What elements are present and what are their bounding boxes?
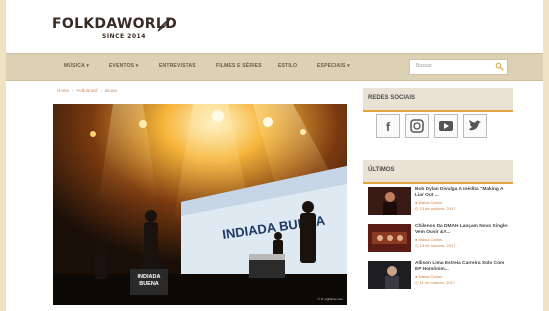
breadcrumb: Home › Folk Brasil › Bruxa xyxy=(57,88,117,93)
post-author-name: Maísa Carlos xyxy=(418,200,443,205)
social-widget: REDES SOCIAIS f xyxy=(363,88,513,148)
breadcrumb-separator: › xyxy=(100,88,103,93)
facebook-icon[interactable]: f xyxy=(376,114,400,138)
search-icon[interactable] xyxy=(495,62,504,71)
drum-text-2: BUENA xyxy=(139,281,159,287)
post-author: ● Maísa Carlos xyxy=(415,237,443,242)
page: FOLKDAWORLD SINCE 2014 MÚSICA ▾ EVENTOS … xyxy=(0,0,549,311)
post-thumbnail[interactable] xyxy=(368,224,411,252)
main-nav: MÚSICA ▾ EVENTOS ▾ ENTREVISTAS FILMES E … xyxy=(6,53,543,81)
sidebar: REDES SOCIAIS f ÚLTIMOS Bob Dylan Divulg… xyxy=(363,88,513,310)
post-date: ◷ 11 de outubro, 2017 xyxy=(415,280,456,285)
post-date: ◷ 13 de outubro, 2017 xyxy=(415,243,456,248)
feather-icon xyxy=(157,17,172,32)
post-date-text: 13 de outubro, 2017 xyxy=(419,243,456,248)
post-author: ● Maísa Carlos xyxy=(415,274,443,279)
youtube-icon[interactable] xyxy=(434,114,458,138)
twitter-icon[interactable] xyxy=(463,114,487,138)
latest-widget: ÚLTIMOS Bob Dylan Divulga A Inédita “Mak… xyxy=(363,160,513,310)
post-title[interactable]: Bob Dylan Divulga A Inédita “Making A Li… xyxy=(415,187,511,199)
post-author: ● Maísa Carlos xyxy=(415,200,443,205)
site-logo[interactable]: FOLKDAWORLD SINCE 2014 xyxy=(52,13,177,43)
logo-subtitle: SINCE 2014 xyxy=(102,33,146,40)
breadcrumb-separator: › xyxy=(72,88,74,93)
instagram-icon[interactable] xyxy=(405,114,429,138)
breadcrumb-home[interactable]: Home xyxy=(57,88,69,93)
social-widget-header: REDES SOCIAIS xyxy=(363,88,513,112)
search-input[interactable]: Buscar xyxy=(409,59,508,75)
social-widget-title: REDES SOCIAIS xyxy=(368,95,416,101)
breadcrumb-section[interactable]: Folk Brasil xyxy=(77,88,98,93)
drum-text-1: INDIADA xyxy=(138,274,161,280)
post-title[interactable]: Allison Lima Estreia Carreira Solo Com E… xyxy=(415,261,511,273)
latest-post[interactable]: Bob Dylan Divulga A Inédita “Making A Li… xyxy=(363,187,513,218)
latest-post[interactable]: Allison Lima Estreia Carreira Solo Com E… xyxy=(363,261,513,292)
post-date: ◷ 13 de outubro, 2017 xyxy=(415,206,456,211)
search-placeholder: Buscar xyxy=(416,63,432,69)
post-author-name: Maísa Carlos xyxy=(418,274,443,279)
featured-image[interactable]: INDIADA BUENA INDIADA BUENA © R. sightli… xyxy=(53,104,347,305)
site-header: FOLKDAWORLD SINCE 2014 xyxy=(6,0,543,53)
nav-item-estilo[interactable]: ESTILO xyxy=(278,63,297,69)
post-author-name: Maísa Carlos xyxy=(418,237,443,242)
latest-widget-header: ÚLTIMOS xyxy=(363,160,513,184)
concert-photo: INDIADA BUENA INDIADA BUENA xyxy=(53,104,347,305)
photo-credit: © R. sightliner.com xyxy=(317,297,343,301)
post-date-text: 11 de outubro, 2017 xyxy=(419,280,456,285)
nav-item-entrevistas[interactable]: ENTREVISTAS xyxy=(159,63,196,69)
site-frame: FOLKDAWORLD SINCE 2014 MÚSICA ▾ EVENTOS … xyxy=(6,0,543,311)
post-thumbnail[interactable] xyxy=(368,261,411,289)
svg-text:f: f xyxy=(386,120,391,134)
latest-post[interactable]: Chilenos Da DMAH Lançam Novo Single: Vem… xyxy=(363,224,513,255)
nav-item-filmes[interactable]: FILMES E SÉRIES xyxy=(216,63,262,69)
nav-item-especiais[interactable]: ESPECIAIS ▾ xyxy=(317,63,350,69)
post-date-text: 13 de outubro, 2017 xyxy=(419,206,456,211)
latest-widget-title: ÚLTIMOS xyxy=(368,167,395,173)
breadcrumb-current: Bruxa xyxy=(105,88,117,93)
nav-item-eventos[interactable]: EVENTOS ▾ xyxy=(109,63,139,69)
post-thumbnail[interactable] xyxy=(368,187,411,215)
nav-item-musica[interactable]: MÚSICA ▾ xyxy=(64,63,89,69)
post-title[interactable]: Chilenos Da DMAH Lançam Novo Single: Vem… xyxy=(415,224,511,236)
